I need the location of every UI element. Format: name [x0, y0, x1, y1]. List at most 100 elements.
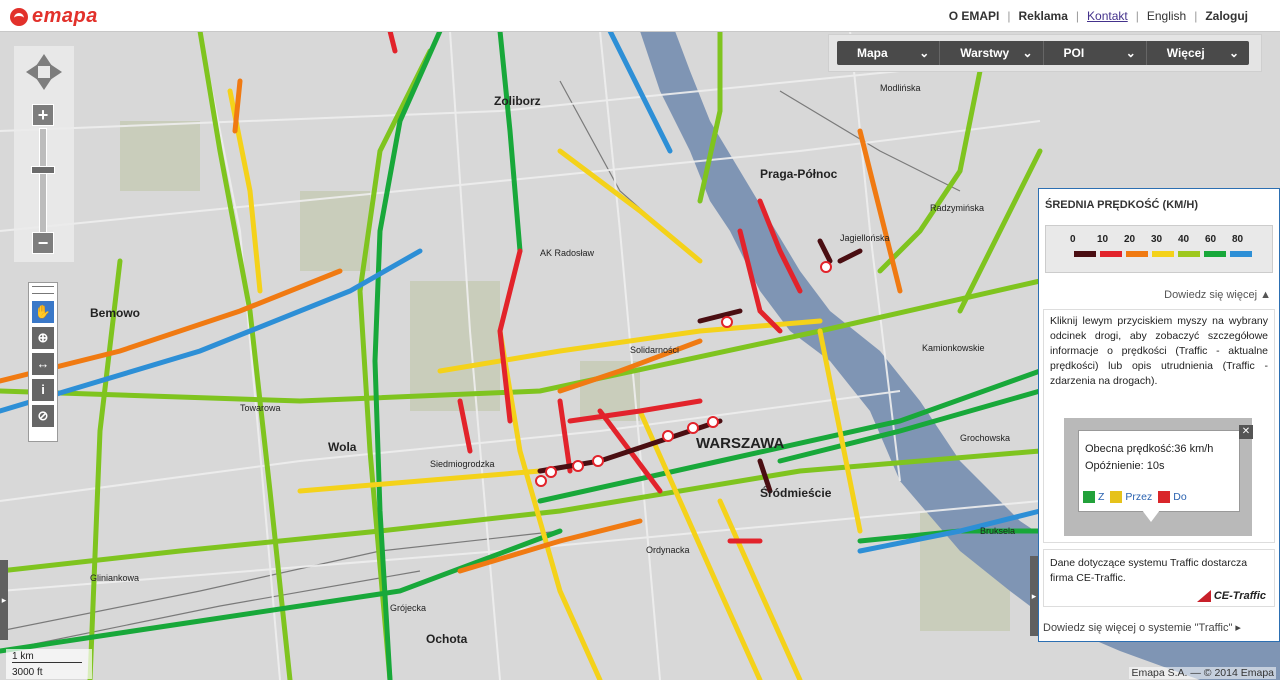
label-gliniankowa: Gliniankowa — [90, 573, 139, 583]
route-label: Do — [1173, 491, 1187, 503]
popup-speed: Obecna prędkość:36 km/h — [1085, 443, 1214, 455]
legend-value: 20 — [1124, 234, 1136, 245]
close-icon[interactable]: ✕ — [1239, 425, 1253, 439]
legend-value: 10 — [1097, 234, 1109, 245]
toolbar-grip[interactable] — [32, 286, 54, 294]
flag-icon — [1110, 491, 1123, 503]
legend-value: 60 — [1205, 234, 1217, 245]
label-solidarnosci: Solidarności — [630, 345, 679, 355]
collapse-panel-arrow[interactable]: ▸ — [1030, 556, 1038, 636]
menu-poi[interactable]: POI ⌄ — [1044, 41, 1147, 65]
more-about-system-link[interactable]: Dowiedz się więcej o systemie "Traffic" … — [1043, 621, 1241, 634]
label-praga-polnoc: Praga-Północ — [760, 167, 838, 181]
menu-label: Warstwy — [960, 46, 1010, 60]
emapa-logo-icon — [10, 7, 28, 26]
pan-arrows-icon[interactable] — [24, 52, 64, 92]
emapa-logo[interactable]: emapa — [10, 5, 98, 28]
popup-delay: Opóźnienie: 10s — [1085, 460, 1165, 472]
chevron-down-icon: ⌄ — [1125, 46, 1136, 60]
popup-example-image: ✕ Obecna prędkość:36 km/h Opóźnienie: 10… — [1064, 418, 1253, 536]
menu-warstwy[interactable]: Warstwy ⌄ — [940, 41, 1044, 65]
label-towarowa: Towarowa — [240, 403, 281, 413]
map-toolbar: ✋ ⊕ ↔ i ⊘ — [28, 282, 58, 442]
label-warszawa: WARSZAWA — [696, 435, 784, 452]
ce-traffic-logo[interactable]: CE-Traffic — [1196, 590, 1266, 602]
traffic-panel: ŚREDNIA PRĘDKOŚĆ (KM/H) 0 10 20 30 40 60… — [1038, 188, 1280, 642]
more-info-link[interactable]: Dowiedz się więcej ▲ — [1164, 289, 1271, 301]
speed-legend: 0 10 20 30 40 60 80 — [1045, 225, 1273, 273]
flag-icon — [1158, 491, 1171, 503]
route-label: Z — [1098, 491, 1105, 503]
legend-value: 30 — [1151, 234, 1163, 245]
label-wola: Wola — [328, 440, 357, 454]
label-kamionkowskie: Kamionkowskie — [922, 343, 985, 353]
map-menu-bar: Mapa ⌄ Warstwy ⌄ POI ⌄ Więcej ⌄ — [828, 34, 1262, 72]
label-grochowska: Grochowska — [960, 433, 1010, 443]
zoom-out-button[interactable]: − — [32, 232, 54, 254]
label-modlinska: Modlińska — [880, 83, 921, 93]
traffic-panel-title: ŚREDNIA PRĘDKOŚĆ (KM/H) — [1045, 199, 1198, 211]
pan-hand-icon[interactable]: ✋ — [32, 301, 54, 323]
label-siedmiogrodzka: Siedmiogrodzka — [430, 459, 495, 469]
legend-swatch — [1230, 251, 1252, 257]
logo-text: emapa — [32, 5, 98, 27]
legend-swatch — [1126, 251, 1148, 257]
route-label: Przez — [1125, 491, 1153, 503]
zoom-box-icon[interactable]: ⊕ — [32, 327, 54, 349]
menu-label: Więcej — [1166, 46, 1205, 60]
legend-swatch — [1204, 251, 1226, 257]
menu-strip: Mapa ⌄ Warstwy ⌄ POI ⌄ Więcej ⌄ — [837, 41, 1249, 65]
scale-imperial: 3000 ft — [12, 667, 43, 678]
instructions-box: Kliknij lewym przyciskiem myszy na wybra… — [1043, 309, 1275, 543]
speed-popup: ✕ Obecna prędkość:36 km/h Opóźnienie: 10… — [1078, 425, 1253, 512]
source-box: Dane dotyczące systemu Traffic dostarcza… — [1043, 549, 1275, 607]
clear-icon[interactable]: ⊘ — [32, 405, 54, 427]
legend-swatch — [1152, 251, 1174, 257]
legend-value: 0 — [1070, 234, 1076, 245]
label-srodmiescie: Śródmieście — [760, 485, 832, 500]
ce-traffic-logo-icon — [1196, 590, 1211, 602]
instructions-text: Kliknij lewym przyciskiem myszy na wybra… — [1050, 315, 1268, 387]
legend-labels: 0 10 20 30 40 60 80 — [1070, 234, 1259, 245]
label-radzyminska: Radzymińska — [930, 203, 984, 213]
label-ak-radoslaw: AK Radosław — [540, 248, 595, 258]
top-bar: emapa O EMAPI | Reklama | Kontakt | Engl… — [0, 0, 1280, 32]
menu-wiecej[interactable]: Więcej ⌄ — [1147, 41, 1249, 65]
legend-swatch — [1100, 251, 1122, 257]
zoom-slider-track[interactable] — [39, 128, 47, 242]
scale-metric: 1 km — [12, 651, 82, 663]
label-bruksela: Bruksela — [980, 526, 1015, 536]
map-scale: 1 km 3000 ft — [6, 649, 92, 679]
map-navigation-panel: + − — [14, 46, 74, 262]
link-o-emapi[interactable]: O EMAPI — [941, 9, 1008, 23]
measure-icon[interactable]: ↔ — [32, 353, 54, 375]
route-to-button[interactable]: Do — [1158, 491, 1187, 503]
chevron-down-icon: ⌄ — [919, 46, 930, 60]
label-ordynacka: Ordynacka — [646, 545, 690, 555]
popup-actions: Z Przez Do — [1083, 491, 1187, 503]
chevron-down-icon: ⌄ — [1022, 46, 1033, 60]
menu-mapa[interactable]: Mapa ⌄ — [837, 41, 941, 65]
menu-label: Mapa — [857, 46, 888, 60]
legend-swatch — [1178, 251, 1200, 257]
label-jagiellonska: Jagiellońska — [840, 233, 890, 243]
zoom-slider-handle[interactable] — [31, 166, 55, 174]
legend-swatch — [1074, 251, 1096, 257]
route-from-button[interactable]: Z — [1083, 491, 1104, 503]
link-zaloguj[interactable]: Zaloguj — [1197, 9, 1256, 23]
route-via-button[interactable]: Przez — [1110, 491, 1152, 503]
link-kontakt[interactable]: Kontakt — [1079, 9, 1136, 23]
top-links: O EMAPI | Reklama | Kontakt | English | … — [941, 9, 1256, 23]
zoom-in-button[interactable]: + — [32, 104, 54, 126]
source-text: Dane dotyczące systemu Traffic dostarcza… — [1050, 557, 1248, 584]
label-zoliborz: Zoliborz — [494, 94, 541, 108]
ce-traffic-logo-text: CE-Traffic — [1213, 590, 1266, 602]
link-english[interactable]: English — [1139, 9, 1194, 23]
flag-icon — [1083, 491, 1095, 503]
copyright: Emapa S.A. — © 2014 Emapa — [1129, 667, 1276, 679]
link-reklama[interactable]: Reklama — [1011, 9, 1076, 23]
info-icon[interactable]: i — [32, 379, 54, 401]
collapse-left-arrow[interactable]: ▸ — [0, 560, 8, 640]
label-grojecka: Grójecka — [390, 603, 426, 613]
label-bemowo: Bemowo — [90, 306, 140, 320]
